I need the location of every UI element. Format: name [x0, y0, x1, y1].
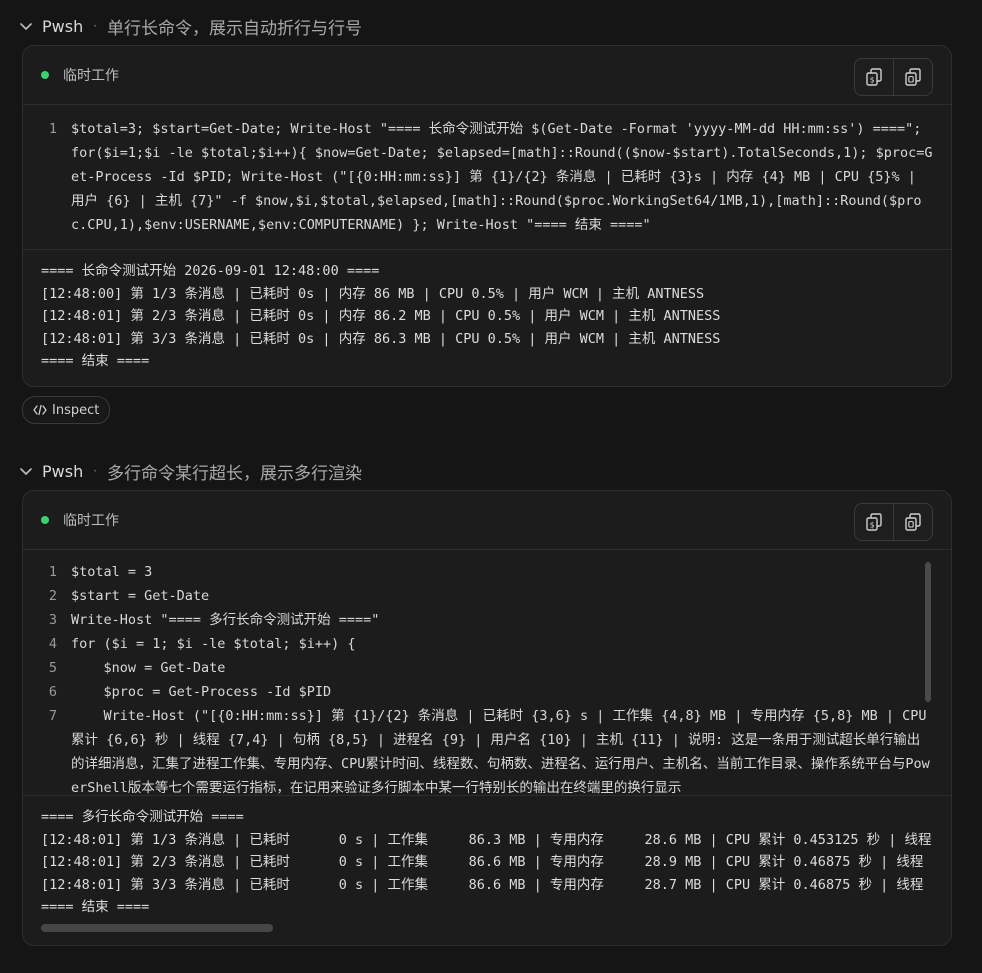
copy-command-button[interactable]: $ [855, 504, 893, 540]
code-text: for ($i = 1; $i -le $total; $i++) { [71, 636, 356, 652]
copy-output-button[interactable] [893, 504, 932, 540]
card-header: 临时工作 $ [23, 491, 951, 550]
line-number: 1 [48, 564, 57, 580]
section-1-header[interactable]: Pwsh · 单行长命令，展示自动折行与行号 [18, 14, 363, 39]
code-line: 7 Write-Host ("[{0:HH:mm:ss}] 第 {1}/{2} … [31, 704, 951, 796]
svg-text:$: $ [870, 521, 875, 530]
line-number: 5 [48, 660, 57, 676]
chevron-down-icon[interactable] [18, 463, 34, 479]
code-text: $proc = Get-Process -Id $PID [71, 684, 332, 700]
code-line: 6 $proc = Get-Process -Id $PID [31, 680, 951, 704]
code-line: 1 $total = 3 [31, 560, 951, 584]
copy-button-group: $ [854, 503, 933, 541]
output-line: [12:48:01] 第 1/3 条消息 | 已耗时 0 s | 工作集 86.… [41, 831, 932, 848]
command-card-2: 临时工作 $ 1 $total = 3 2 $start = Get-Date 3W… [22, 490, 952, 946]
copy-command-icon: $ [866, 68, 882, 86]
command-code-block: 1 $total = 3 2 $start = Get-Date 3 Write-Ho… [23, 550, 951, 796]
code-line: 5 $now = Get-Date [31, 656, 951, 680]
code-line: 1 $total=3; $start=Get-Date; Write-Host … [31, 117, 951, 237]
copy-command-icon: $ [866, 513, 882, 531]
line-number: 3 [48, 612, 57, 628]
command-card-1: 临时工作 $ 1 $total=3; $start=Get-Date; Writ… [22, 45, 952, 387]
command-code-block: 1 $total=3; $start=Get-Date; Write-Host … [23, 105, 951, 250]
copy-command-button[interactable]: $ [855, 59, 893, 95]
status-indicator [41, 71, 49, 79]
command-output: ==== 长命令测试开始 2026-09-01 12:48:00 ==== [12… [23, 250, 951, 383]
horizontal-scrollbar[interactable] [41, 924, 273, 932]
line-number: 1 [48, 121, 57, 137]
code-text: $total = 3 [71, 564, 153, 580]
code-line: 2 $start = Get-Date [31, 584, 951, 608]
section-tool-name: Pwsh [42, 16, 84, 36]
code-icon [33, 404, 47, 416]
section-title: 多行命令某行超长，展示多行渲染 [107, 463, 363, 484]
code-text: $now = Get-Date [71, 660, 226, 676]
code-text: Write-Host ("[{0:HH:mm:ss}] 第 {1}/{2} 条消… [71, 708, 935, 796]
output-line: [12:48:01] 第 3/3 条消息 | 已耗时 0s | 内存 86.3 … [41, 330, 721, 347]
section-separator: · [93, 464, 98, 478]
code-line: 4 for ($i = 1; $i -le $total; $i++) { [31, 632, 951, 656]
line-number: 7 [48, 708, 57, 724]
line-number: 6 [48, 684, 57, 700]
output-line: ==== 结束 ==== [41, 899, 150, 915]
code-text: Write-Host "==== 多行长命令测试开始 ====" [71, 612, 380, 628]
code-line: 3 Write-Host "==== 多行长命令测试开始 ====" [31, 608, 951, 632]
line-number: 4 [48, 636, 57, 652]
output-line: [12:48:01] 第 3/3 条消息 | 已耗时 0 s | 工作集 86.… [41, 876, 924, 893]
copy-output-button[interactable] [893, 59, 932, 95]
section-2-header[interactable]: Pwsh · 多行命令某行超长，展示多行渲染 [18, 459, 363, 484]
status-indicator [41, 516, 49, 524]
copy-button-group: $ [854, 58, 933, 96]
output-line: ==== 结束 ==== [41, 353, 150, 369]
output-line: ==== 多行长命令测试开始 ==== [41, 809, 244, 825]
vertical-scrollbar[interactable] [925, 562, 931, 702]
line-number: 2 [48, 588, 57, 604]
code-text: $start = Get-Date [71, 588, 210, 604]
section-title: 单行长命令，展示自动折行与行号 [107, 18, 363, 39]
code-text: $total=3; $start=Get-Date; Write-Host "=… [71, 121, 933, 233]
svg-text:$: $ [870, 76, 875, 85]
copy-output-icon [905, 68, 921, 86]
output-line: [12:48:01] 第 2/3 条消息 | 已耗时 0s | 内存 86.2 … [41, 308, 721, 324]
chevron-down-icon[interactable] [18, 18, 34, 34]
section-separator: · [93, 19, 98, 33]
card-label: 临时工作 [63, 68, 119, 84]
output-line: [12:48:01] 第 2/3 条消息 | 已耗时 0 s | 工作集 86.… [41, 854, 924, 870]
output-line: ==== 长命令测试开始 2026-09-01 12:48:00 ==== [41, 263, 380, 279]
inspect-button[interactable]: Inspect [22, 396, 111, 424]
copy-output-icon [905, 513, 921, 531]
output-line: [12:48:00] 第 1/3 条消息 | 已耗时 0s | 内存 86 MB… [41, 285, 705, 302]
command-output: ==== 多行长命令测试开始 ==== [12:48:01] 第 1/3 条消息 … [23, 796, 951, 944]
card-label: 临时工作 [63, 513, 119, 529]
section-tool-name: Pwsh [42, 461, 84, 481]
inspect-label: Inspect [52, 402, 100, 418]
card-header: 临时工作 $ [23, 46, 951, 105]
